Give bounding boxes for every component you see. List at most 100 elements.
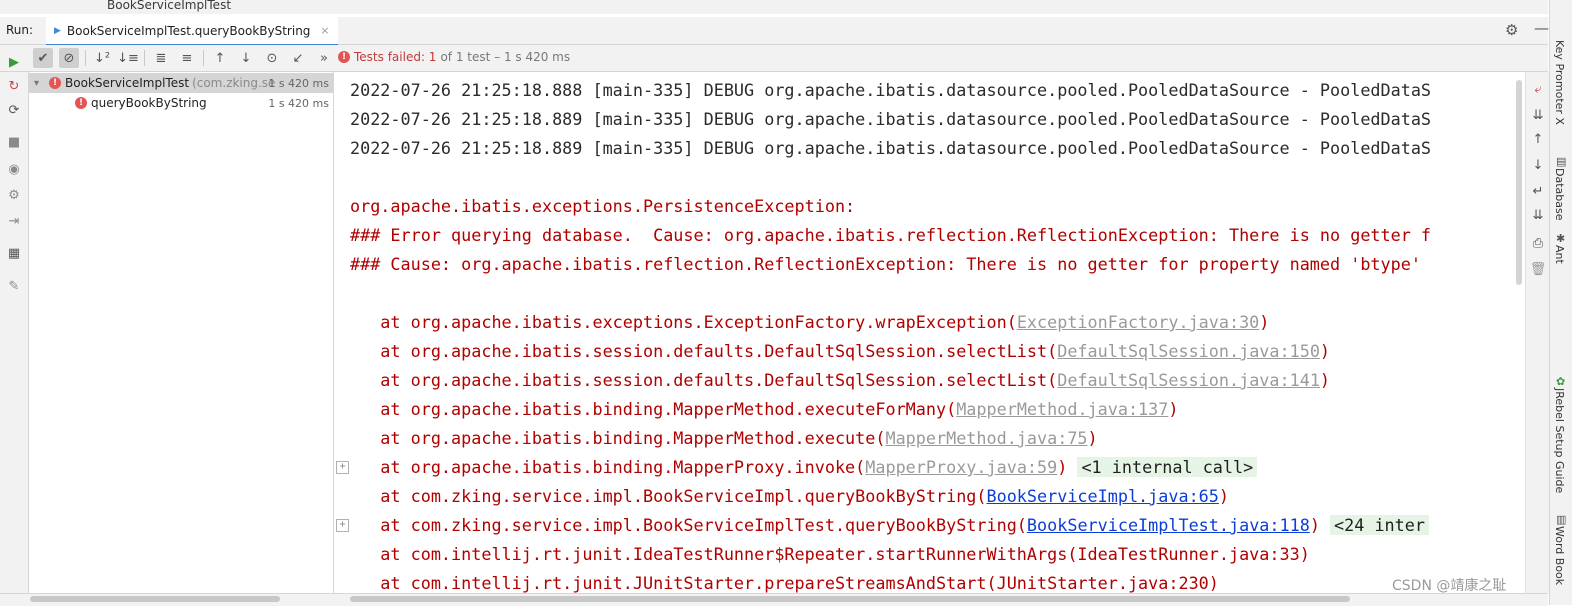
export-results-button[interactable]: ↙ [288, 48, 308, 68]
scroll-bottom-button[interactable]: ⇊ [1529, 206, 1547, 224]
fold-expand-icon[interactable]: + [336, 519, 349, 532]
source-link[interactable]: MapperProxy.java:59 [865, 457, 1057, 477]
window-title: BookServiceImplTest [107, 0, 232, 12]
tree-row-root[interactable]: ▾ ! BookServiceImplTest (com.zking.se 1 … [29, 73, 333, 93]
expand-all-icon: ≣ [155, 50, 167, 66]
stack-frame: at com.zking.service.impl.BookServiceImp… [350, 511, 1429, 540]
source-link[interactable]: BookServiceImplTest.java:118 [1027, 515, 1310, 535]
minimize-icon[interactable]: — [1534, 19, 1549, 37]
source-link[interactable]: MapperMethod.java:137 [956, 399, 1168, 419]
run-button[interactable]: ▶ [4, 52, 24, 72]
sort-alphabetically-button[interactable]: ↓² [92, 48, 112, 68]
previous-failed-button[interactable]: ↑ [210, 48, 230, 68]
next-failed-button[interactable]: ↓ [236, 48, 256, 68]
test-status: ! Tests failed: 1 of 1 test – 1 s 420 ms [338, 50, 570, 64]
cancel-icon: ⊘ [63, 50, 75, 66]
stack-frame: at org.apache.ibatis.session.defaults.De… [350, 341, 1331, 361]
trash-icon: 🗑 [1529, 261, 1547, 277]
source-link[interactable]: DefaultSqlSession.java:150 [1057, 341, 1320, 361]
exit-button[interactable]: ⇥ [4, 211, 24, 231]
check-icon: ✔ [37, 50, 49, 66]
sort-by-duration-button[interactable]: ↓≡ [117, 48, 139, 68]
dump-threads-button[interactable]: ◉ [4, 159, 24, 179]
clear-all-button[interactable]: 🗑 [1529, 260, 1547, 278]
use-soft-wraps-button[interactable]: ↵ [1529, 182, 1547, 200]
tree-root-duration: 1 s 420 ms [268, 76, 329, 90]
soft-wrap-button[interactable]: ⤶ [1529, 80, 1547, 98]
arrow-up-icon: ↑ [1532, 131, 1544, 147]
run-tab[interactable]: ▶ BookServiceImplTest.queryBookByString … [46, 17, 338, 47]
camera-icon: ◉ [8, 161, 20, 177]
collapse-all-button[interactable]: ≡ [177, 48, 197, 68]
tests-failed-text: Tests failed: 1 [354, 50, 437, 64]
print-button[interactable]: ⎙ [1529, 234, 1547, 252]
toolbar-divider [85, 50, 86, 66]
fold-expand-icon[interactable]: + [336, 461, 349, 474]
word-book-tab[interactable]: Word Book [1553, 526, 1566, 585]
console-error-line: ### Cause: org.apache.ibatis.reflection.… [350, 254, 1421, 274]
internal-calls-fold[interactable]: <24 inter [1330, 515, 1429, 535]
arrow-down-icon: ↓ [240, 50, 252, 66]
tests-summary-text: of 1 test – 1 s 420 ms [440, 50, 571, 64]
console-vertical-scrollbar[interactable] [1516, 80, 1522, 285]
console-debug-line: 2022-07-26 21:25:18.889 [main-335] DEBUG… [350, 138, 1432, 158]
source-link[interactable]: DefaultSqlSession.java:141 [1057, 370, 1320, 390]
sort-alpha-icon: ↓² [93, 50, 111, 66]
chevron-double-right-icon: » [320, 50, 328, 66]
scroll-end-icon: ⇊ [1532, 107, 1544, 123]
tree-row-child[interactable]: ! queryBookByString 1 s 420 ms [29, 93, 333, 113]
console-output[interactable]: 2022-07-26 21:25:18.888 [main-335] DEBUG… [334, 72, 1524, 593]
stack-frame: at com.zking.service.impl.BookServiceImp… [350, 486, 1229, 506]
test-tree: ▾ ! BookServiceImplTest (com.zking.se 1 … [29, 72, 334, 605]
layout-button[interactable]: ▦ [4, 243, 24, 263]
tree-root-package: (com.zking.se [192, 76, 276, 90]
stack-frame: at org.apache.ibatis.binding.MapperMetho… [350, 399, 1179, 419]
key-promoter-tab[interactable]: Key Promoter X [1553, 40, 1566, 125]
close-icon[interactable]: × [320, 24, 329, 37]
ant-icon: ✱ [1556, 232, 1566, 245]
settings-button[interactable]: ⚙ [4, 185, 24, 205]
right-tool-sidebar: Key Promoter X ▤ Database ✱ Ant ✿ JRebel… [1549, 0, 1572, 605]
export-icon: ↙ [292, 50, 304, 66]
internal-calls-fold[interactable]: <1 internal call> [1077, 457, 1258, 477]
rerun-failed-icon: ↻ [8, 78, 20, 94]
up-button[interactable]: ↑ [1529, 130, 1547, 148]
jrebel-setup-guide-tab[interactable]: JRebel Setup Guide [1553, 388, 1566, 493]
show-passed-button[interactable]: ✔ [33, 48, 53, 68]
down-button[interactable]: ↓ [1529, 156, 1547, 174]
chevron-down-icon[interactable]: ▾ [34, 78, 39, 89]
stack-frame: at com.intellij.rt.junit.JUnitStarter.pr… [350, 573, 1219, 593]
source-link[interactable]: MapperMethod.java:75 [885, 428, 1087, 448]
softwrap-icon: ↵ [1532, 183, 1544, 199]
tree-child-name: queryBookByString [91, 96, 207, 110]
expand-all-button[interactable]: ≣ [151, 48, 171, 68]
gear-icon[interactable]: ⚙ [1505, 21, 1518, 39]
console-side-toolbar: ⤶ ⇊ ↑ ↓ ↵ ⇊ ⎙ 🗑 [1525, 72, 1549, 593]
source-link[interactable]: BookServiceImpl.java:65 [987, 486, 1219, 506]
pin-tab-button[interactable]: ✎ [4, 276, 24, 296]
database-icon: ▤ [1556, 155, 1567, 168]
test-history-button[interactable]: ⊙ [262, 48, 282, 68]
jrebel-icon: ✿ [1556, 375, 1566, 388]
toggle-auto-test-button[interactable]: ⟳ [4, 100, 24, 120]
sort-duration-icon: ↓≡ [117, 50, 139, 66]
console-debug-line: 2022-07-26 21:25:18.888 [main-335] DEBUG… [350, 80, 1432, 100]
layout-icon: ▦ [7, 245, 21, 261]
rerun-failed-button[interactable]: ↻ [4, 76, 24, 96]
database-tab[interactable]: Database [1553, 168, 1566, 221]
run-actions-column: ▶ ↻ ⟳ ■ ◉ ⚙ ⇥ ▦ ✎ [0, 55, 29, 605]
source-link[interactable]: ExceptionFactory.java:30 [1017, 312, 1259, 332]
show-ignored-button[interactable]: ⊘ [59, 48, 79, 68]
tree-horizontal-scrollbar[interactable] [30, 596, 280, 602]
book-icon: ▥ [1556, 513, 1567, 526]
error-icon: ! [49, 77, 62, 89]
scroll-to-end-button[interactable]: ⇊ [1529, 106, 1547, 124]
pin-icon: ✎ [8, 278, 20, 294]
ant-tab[interactable]: Ant [1553, 245, 1566, 264]
console-error-line: org.apache.ibatis.exceptions.Persistence… [350, 196, 866, 216]
console-horizontal-scrollbar[interactable] [350, 596, 1350, 602]
watermark: CSDN @靖康之耻 [1392, 578, 1507, 594]
stop-button[interactable]: ■ [4, 132, 24, 152]
toolbar-overflow-button[interactable]: » [314, 48, 334, 68]
toolbar-divider [203, 50, 204, 66]
